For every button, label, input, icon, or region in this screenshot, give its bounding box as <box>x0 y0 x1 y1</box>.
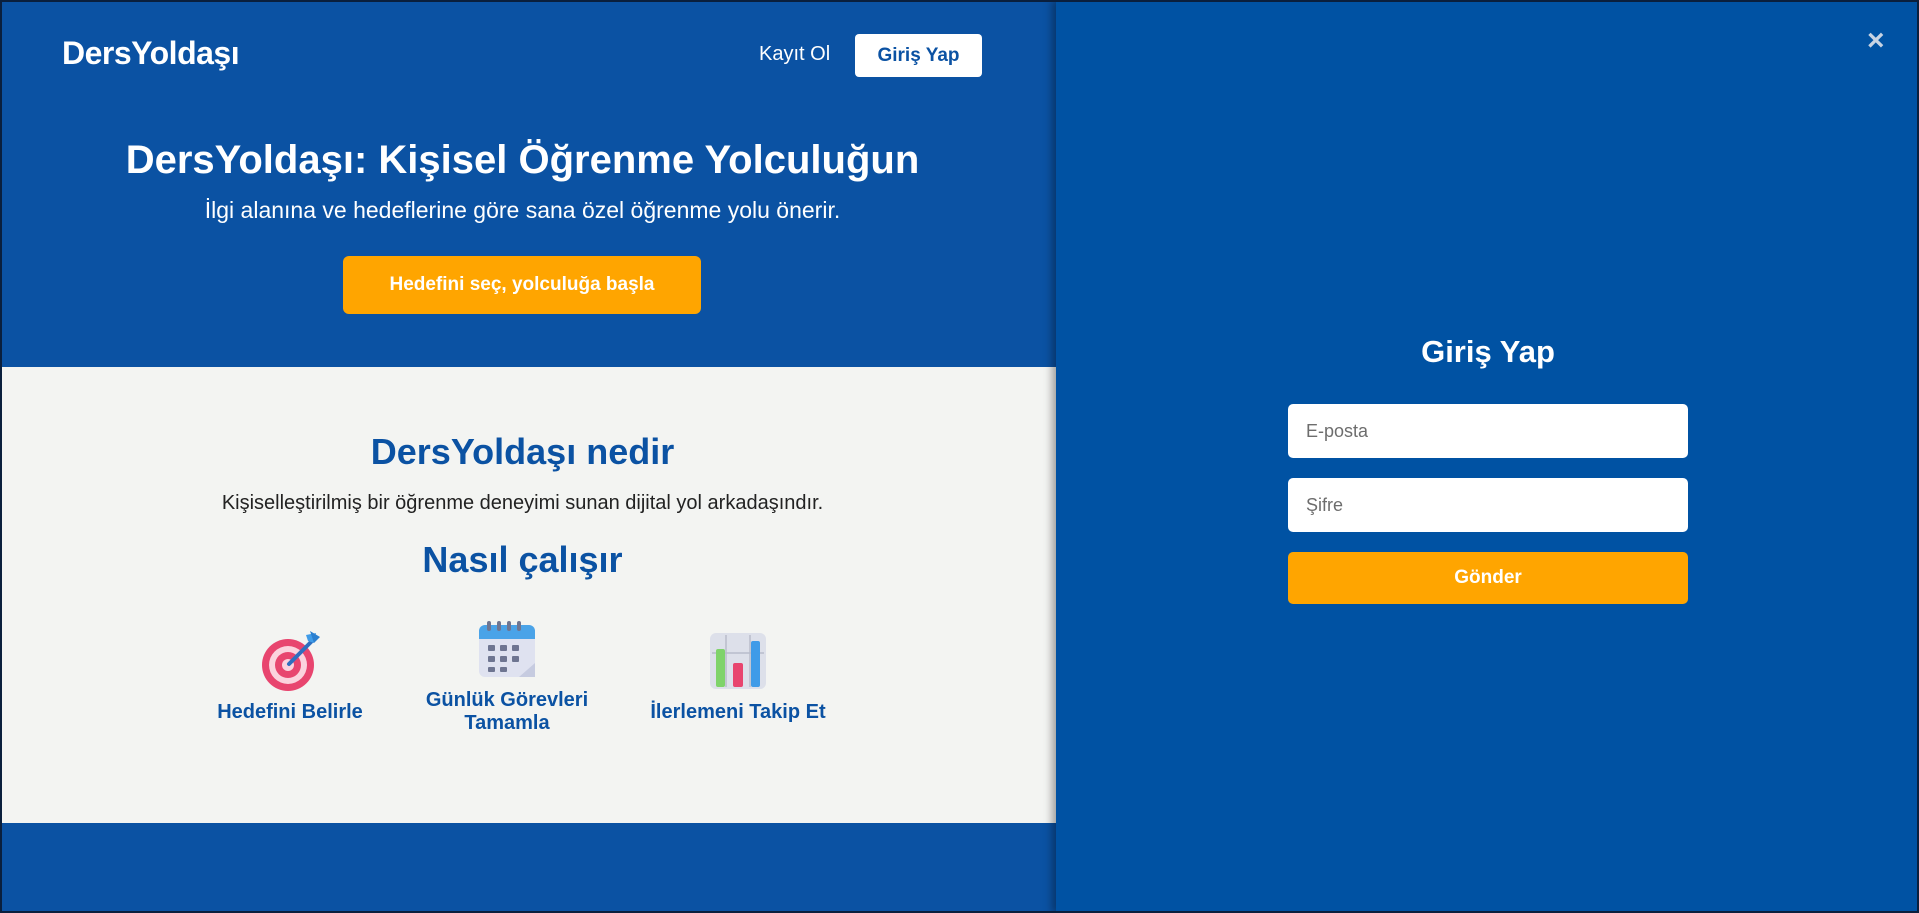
landing-page: DersYoldaşı Kayıt Ol Giriş Yap DersYolda… <box>0 0 1056 913</box>
register-link[interactable]: Kayıt Ol <box>759 43 830 66</box>
close-icon[interactable]: × <box>1867 26 1885 56</box>
step-track-progress: İlerlemeni Takip Et <box>643 629 833 724</box>
email-field[interactable] <box>1288 404 1688 458</box>
step-label: Hedefini Belirle <box>217 701 363 723</box>
submit-button[interactable]: Gönder <box>1288 552 1688 604</box>
login-button[interactable]: Giriş Yap <box>855 34 982 77</box>
start-journey-button[interactable]: Hedefini seç, yolculuğa başla <box>343 256 701 314</box>
target-icon <box>258 629 322 693</box>
about-description: Kişiselleştirilmiş bir öğrenme deneyimi … <box>221 492 824 514</box>
about-title: DersYoldaşı nedir <box>370 431 675 472</box>
password-field[interactable] <box>1288 478 1688 532</box>
logo: DersYoldaşı <box>62 35 240 71</box>
bar-chart-icon <box>706 629 770 693</box>
step-label: Günlük Görevleri Tamamla <box>425 689 589 734</box>
top-nav: DersYoldaşı Kayıt Ol Giriş Yap <box>0 0 1056 110</box>
step-label: İlerlemeni Takip Et <box>650 701 826 723</box>
how-it-works-title: Nasıl çalışır <box>422 539 623 580</box>
login-title: Giriş Yap <box>1421 334 1555 369</box>
step-daily-tasks: Günlük Görevleri Tamamla <box>412 617 602 735</box>
hero-title: DersYoldaşı: Kişisel Öğrenme Yolculuğun <box>125 138 920 182</box>
hero-subtitle: İlgi alanına ve hedeflerine göre sana öz… <box>204 197 841 223</box>
calendar-icon <box>475 617 539 681</box>
about-section: DersYoldaşı nedir Kişiselleştirilmiş bir… <box>0 367 1056 823</box>
step-set-goal: Hedefini Belirle <box>195 629 385 724</box>
